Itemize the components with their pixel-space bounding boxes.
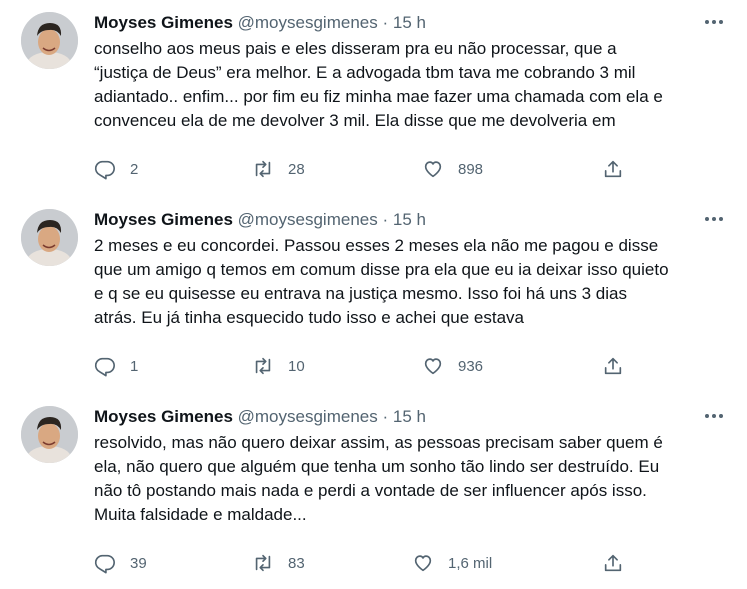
tweet-text: 2 meses e eu concordei. Passou esses 2 m… bbox=[94, 234, 724, 330]
retweet-icon bbox=[255, 160, 271, 178]
author-name[interactable]: Moyses Gimenes bbox=[94, 210, 233, 229]
tweet-text: conselho aos meus pais e eles disseram p… bbox=[94, 37, 724, 133]
timestamp[interactable]: 15 h bbox=[393, 13, 426, 32]
tweet-header: Moyses Gimenes @moysesgimenes · 15 h bbox=[94, 405, 426, 429]
like-count: 1,6 mil bbox=[448, 554, 493, 572]
timestamp[interactable]: 15 h bbox=[393, 210, 426, 229]
more-icon[interactable] bbox=[698, 404, 730, 428]
tweet-thread: { "tweets": [ { "name": "Moyses Gimenes"… bbox=[0, 0, 747, 589]
retweet-count: 83 bbox=[288, 554, 305, 572]
like-button[interactable]: 898 bbox=[422, 157, 483, 181]
share-button[interactable] bbox=[602, 354, 624, 378]
retweet-button[interactable]: 83 bbox=[252, 551, 305, 575]
heart-icon bbox=[424, 161, 442, 178]
reply-button[interactable]: 39 bbox=[94, 551, 147, 575]
retweet-count: 28 bbox=[288, 160, 305, 178]
tweet-text-line: 2 meses e eu concordei. Passou esses 2 m… bbox=[94, 236, 659, 255]
author-name[interactable]: Moyses Gimenes bbox=[94, 407, 233, 426]
author-handle[interactable]: @moysesgimenes bbox=[238, 407, 378, 426]
like-count: 898 bbox=[458, 160, 484, 178]
author-handle[interactable]: @moysesgimenes bbox=[238, 13, 378, 32]
share-icon bbox=[604, 160, 622, 178]
separator-dot: · bbox=[382, 13, 389, 32]
reply-count: 1 bbox=[130, 357, 139, 375]
retweet-icon bbox=[255, 357, 271, 375]
tweet-header: Moyses Gimenes @moysesgimenes · 15 h bbox=[94, 208, 426, 232]
more-icon[interactable] bbox=[698, 207, 730, 231]
share-button[interactable] bbox=[602, 551, 624, 575]
tweet[interactable]: Moyses Gimenes @moysesgimenes · 15 h con… bbox=[0, 0, 747, 197]
tweet-text-line: conselho aos meus pais e eles disseram p… bbox=[94, 39, 617, 58]
retweet-button[interactable]: 10 bbox=[252, 354, 305, 378]
tweet-text-line: “justiça de Deus” era melhor. E a advoga… bbox=[94, 63, 636, 82]
share-icon bbox=[604, 554, 622, 572]
retweet-count: 10 bbox=[288, 357, 305, 375]
tweet-text-line: e q se eu quisesse eu entrava na justiça… bbox=[94, 284, 627, 303]
avatar[interactable] bbox=[21, 12, 78, 69]
avatar-image bbox=[21, 209, 78, 266]
like-button[interactable]: 1,6 mil bbox=[412, 551, 492, 575]
reply-count: 39 bbox=[130, 554, 147, 572]
share-button[interactable] bbox=[602, 157, 624, 181]
author-handle[interactable]: @moysesgimenes bbox=[238, 210, 378, 229]
author-name[interactable]: Moyses Gimenes bbox=[94, 13, 233, 32]
tweet[interactable]: Moyses Gimenes @moysesgimenes · 15 h res… bbox=[0, 394, 747, 589]
tweet-text-line: que um amigo q temos em comum disse pra … bbox=[94, 260, 669, 279]
action-bar: 1 10 936 bbox=[94, 354, 654, 378]
tweet-text-line: resolvido, mas não quero deixar assim, a… bbox=[94, 433, 663, 452]
tweet-text-line: convenceu ela de me devolver 3 mil. Ela … bbox=[94, 111, 616, 130]
reply-icon bbox=[94, 554, 115, 574]
tweet-text: resolvido, mas não quero deixar assim, a… bbox=[94, 431, 724, 527]
tweet[interactable]: Moyses Gimenes @moysesgimenes · 15 h 2 m… bbox=[0, 197, 747, 394]
separator-dot: · bbox=[382, 210, 389, 229]
reply-count: 2 bbox=[130, 160, 139, 178]
avatar-image bbox=[21, 406, 78, 463]
reply-button[interactable]: 2 bbox=[94, 157, 138, 181]
action-bar: 2 28 898 bbox=[94, 157, 654, 181]
reply-icon bbox=[94, 160, 115, 180]
tweet-text-line: Muita falsidade e maldade... bbox=[94, 505, 307, 524]
avatar[interactable] bbox=[21, 209, 78, 266]
heart-icon bbox=[424, 358, 442, 375]
tweet-text-line: adiantado.. enfim... por fim eu fiz minh… bbox=[94, 87, 663, 106]
reply-icon bbox=[94, 357, 115, 377]
separator-dot: · bbox=[382, 407, 389, 426]
retweet-icon bbox=[255, 554, 271, 572]
action-bar: 39 83 1,6 mil bbox=[94, 551, 654, 575]
avatar[interactable] bbox=[21, 406, 78, 463]
retweet-button[interactable]: 28 bbox=[252, 157, 305, 181]
tweet-header: Moyses Gimenes @moysesgimenes · 15 h bbox=[94, 11, 426, 35]
more-icon[interactable] bbox=[698, 10, 730, 34]
share-icon bbox=[604, 357, 622, 375]
heart-icon bbox=[414, 555, 432, 572]
reply-button[interactable]: 1 bbox=[94, 354, 138, 378]
like-button[interactable]: 936 bbox=[422, 354, 483, 378]
timestamp[interactable]: 15 h bbox=[393, 407, 426, 426]
tweet-text-line: não tô postando mais nada e perdi a vont… bbox=[94, 481, 647, 500]
avatar-image bbox=[21, 12, 78, 69]
tweet-text-line: ela, não quero que alguém que tenha um s… bbox=[94, 457, 660, 476]
tweet-text-line: atrás. Eu já tinha esquecido tudo isso e… bbox=[94, 308, 525, 327]
like-count: 936 bbox=[458, 357, 484, 375]
